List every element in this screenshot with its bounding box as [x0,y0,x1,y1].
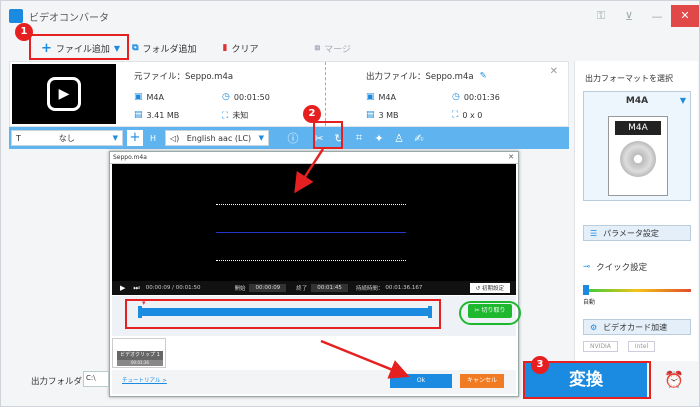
annotation-arrows [294,148,410,379]
arrow-to-preview [294,148,325,194]
app-window: ビデオコンバータ ⚿ ⊻ — ✕ + ファイル追加 ▼ ⧉ フォルダ追加 ▮ ク… [0,0,700,407]
arrow-to-ok [320,339,410,379]
